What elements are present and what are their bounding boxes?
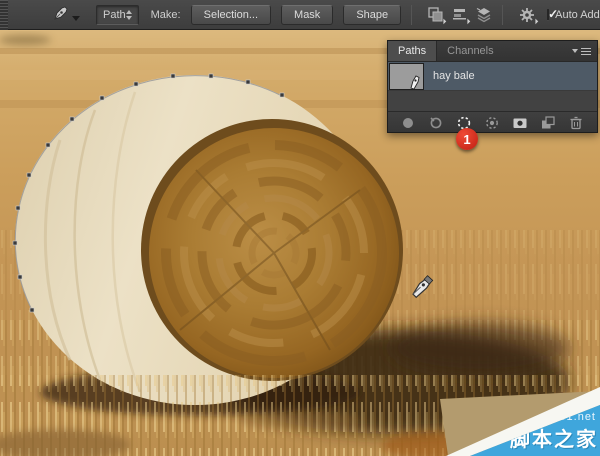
pen-cursor-icon [409,74,422,89]
dropdown-corner [462,15,470,23]
auto-add-delete-checkbox[interactable] [547,9,549,21]
paths-panel-footer [388,111,597,132]
path-alignment-icon[interactable] [452,6,467,24]
new-path-icon[interactable] [540,115,556,131]
stroke-path-icon[interactable] [428,115,444,131]
paths-panel-header: Paths Channels [388,41,597,62]
delete-path-icon[interactable] [568,115,584,131]
watermark: jb51.net 脚本之家 [440,385,600,456]
paths-panel: Paths Channels hay bale [387,40,598,133]
toolbar-grip[interactable] [0,0,8,30]
path-item-row[interactable]: hay bale [388,62,597,91]
panel-menu-arrow [572,49,578,53]
make-label: Make: [151,9,181,21]
pen-tool-preset[interactable] [52,5,80,25]
panel-menu-bars [581,48,591,55]
step-annotation-badge: 1 [456,128,478,150]
options-toolbar: Path Make: Selection... Mask Shape [0,0,600,30]
auto-add-delete-label: Auto Add/Delete [555,9,600,21]
make-shape-button[interactable]: Shape [343,5,401,25]
tool-mode-select[interactable]: Path [96,5,139,25]
tab-channels[interactable]: Channels [437,41,503,61]
tab-paths[interactable]: Paths [388,41,437,61]
pen-tool-icon [52,5,69,25]
path-operations-icon[interactable] [428,6,443,24]
add-mask-icon[interactable] [512,115,528,131]
toolbar-separator [411,5,412,25]
fill-path-icon[interactable] [400,115,416,131]
path-arrangement-icon[interactable] [476,6,492,24]
path-thumbnail[interactable] [389,63,424,90]
photoshop-window: Path Make: Selection... Mask Shape [0,0,600,456]
path-name: hay bale [433,70,475,82]
gear-icon[interactable] [519,6,535,24]
toolbar-separator [502,5,503,25]
make-work-path-icon[interactable] [484,115,500,131]
tool-preset-dropdown-arrow[interactable] [72,16,80,21]
make-mask-button[interactable]: Mask [281,5,333,25]
dropdown-corner [438,15,446,23]
tool-mode-value: Path [103,9,126,21]
panel-menu-icon[interactable] [572,41,597,61]
select-updown-icon [126,10,132,20]
make-selection-button[interactable]: Selection... [191,5,271,25]
